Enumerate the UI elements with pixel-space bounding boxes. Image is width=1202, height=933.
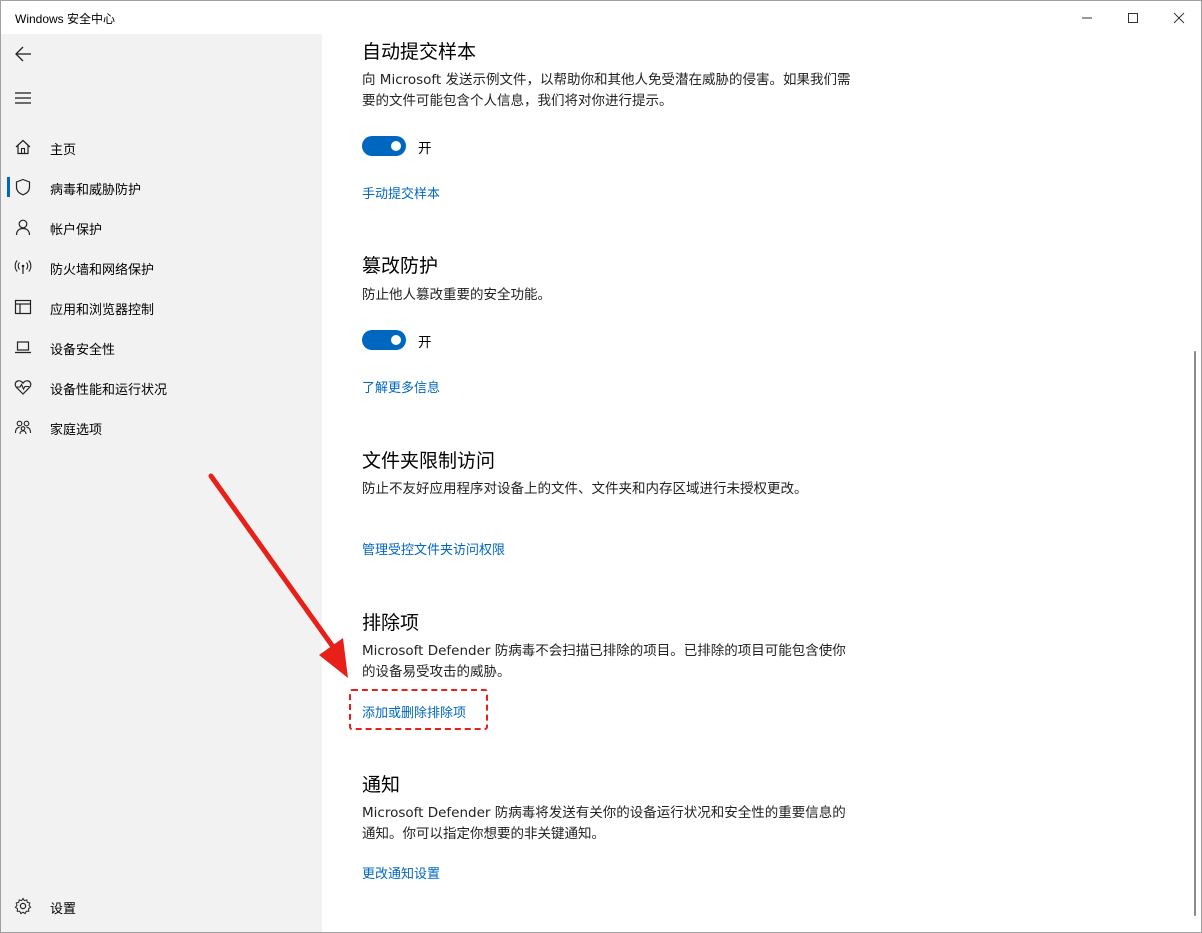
section-desc-notifications: Microsoft Defender 防病毒将发送有关你的设备运行状况和安全性的… — [362, 805, 846, 842]
app-window: Windows 安全中心 主页 病毒和威胁防护 帐户保护 防火墙和网络保护 应用… — [0, 0, 1202, 933]
tamper-toggle[interactable] — [362, 330, 406, 350]
shield-icon — [13, 177, 33, 197]
heart-pulse-icon — [13, 377, 33, 397]
sidebar-item-home[interactable]: 主页 — [1, 127, 322, 167]
back-button[interactable] — [5, 36, 41, 72]
sidebar-item-label: 家庭选项 — [50, 423, 103, 438]
sidebar-item-device-security[interactable]: 设备安全性 — [1, 327, 322, 367]
toggle-knob — [391, 141, 401, 151]
auto-submit-toggle[interactable] — [362, 136, 406, 156]
hamburger-menu-button[interactable] — [5, 80, 41, 116]
hamburger-icon — [15, 92, 31, 104]
section-desc-exclusions: Microsoft Defender 防病毒不会扫描已排除的项目。已排除的项目可… — [362, 643, 846, 680]
sidebar-item-app-browser[interactable]: 应用和浏览器控制 — [1, 287, 322, 327]
sidebar-item-label: 主页 — [50, 143, 77, 158]
minimize-button[interactable] — [1064, 1, 1110, 34]
scrollbar-thumb[interactable] — [1194, 351, 1196, 916]
maximize-button[interactable] — [1110, 1, 1156, 34]
settings-label: 设置 — [50, 902, 77, 917]
section-desc-tamper: 防止他人篡改重要的安全功能。 — [362, 287, 551, 303]
section-title-exclusions: 排除项 — [362, 612, 420, 634]
manual-submit-link[interactable]: 手动提交样本 — [362, 183, 440, 202]
section-title-notifications: 通知 — [362, 774, 401, 796]
sidebar-item-label: 设备性能和运行状况 — [50, 383, 168, 398]
back-arrow-icon — [15, 46, 31, 62]
learn-more-link[interactable]: 了解更多信息 — [362, 377, 440, 396]
auto-submit-toggle-label: 开 — [418, 141, 432, 157]
laptop-icon — [13, 337, 33, 357]
annotation-highlight-box — [349, 689, 488, 730]
section-desc-auto-submit: 向 Microsoft 发送示例文件，以帮助你和其他人免受潜在威胁的侵害。如果我… — [362, 72, 851, 109]
sidebar-item-label: 病毒和威胁防护 — [50, 183, 142, 198]
section-title-auto-submit: 自动提交样本 — [362, 41, 477, 63]
tamper-toggle-label: 开 — [418, 335, 432, 351]
sidebar-item-label: 应用和浏览器控制 — [50, 303, 155, 318]
section-title-folder-access: 文件夹限制访问 — [362, 450, 496, 472]
sidebar-item-label: 防火墙和网络保护 — [50, 263, 155, 278]
sidebar-item-firewall[interactable]: 防火墙和网络保护 — [1, 247, 322, 287]
change-notification-settings-link[interactable]: 更改通知设置 — [362, 863, 440, 882]
app-window-icon — [13, 297, 33, 317]
section-title-tamper: 篡改防护 — [362, 255, 439, 277]
title-bar: Windows 安全中心 — [1, 1, 1201, 34]
person-icon — [13, 217, 33, 237]
sidebar-item-account-protection[interactable]: 帐户保护 — [1, 207, 322, 247]
sidebar-item-settings[interactable]: 设置 — [1, 886, 322, 926]
minimize-icon — [1082, 17, 1092, 18]
home-icon — [13, 137, 33, 157]
section-desc-folder-access: 防止不友好应用程序对设备上的文件、文件夹和内存区域进行未授权更改。 — [362, 481, 808, 497]
family-icon — [13, 417, 33, 437]
window-title: Windows 安全中心 — [15, 12, 116, 26]
manage-folder-access-link[interactable]: 管理受控文件夹访问权限 — [362, 539, 505, 558]
gear-icon — [13, 896, 33, 916]
maximize-icon — [1128, 12, 1138, 23]
close-icon — [1173, 12, 1185, 23]
close-button[interactable] — [1156, 1, 1201, 34]
sidebar-item-device-performance[interactable]: 设备性能和运行状况 — [1, 367, 322, 407]
sidebar-item-label: 设备安全性 — [50, 343, 116, 358]
sidebar-item-family-options[interactable]: 家庭选项 — [1, 407, 322, 447]
sidebar-item-virus-protection[interactable]: 病毒和威胁防护 — [1, 167, 322, 207]
toggle-knob — [391, 335, 401, 345]
wifi-icon — [13, 257, 33, 277]
sidebar-item-label: 帐户保护 — [50, 223, 103, 238]
